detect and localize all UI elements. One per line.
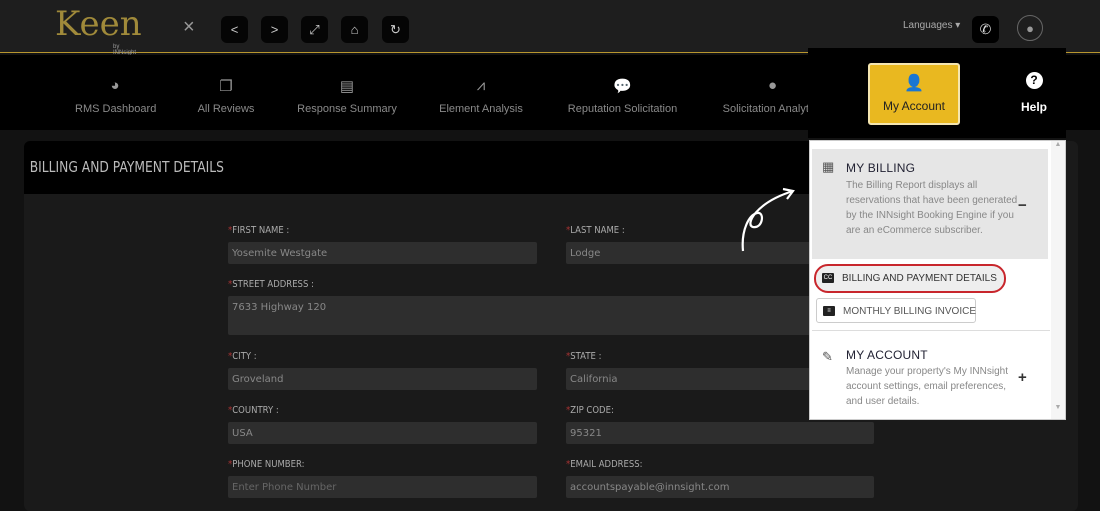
my-account-title: MY ACCOUNT [846, 348, 928, 362]
street-label: *STREET ADDRESS : [228, 279, 314, 290]
back-button[interactable]: < [221, 16, 248, 43]
link-label: BILLING AND PAYMENT DETAILS [842, 273, 997, 284]
nav-rms-dashboard[interactable]: ◕ RMS Dashboard [75, 55, 157, 130]
collapse-icon[interactable]: − [1018, 197, 1027, 214]
phone-button[interactable]: ✆ [972, 16, 999, 43]
nav-response-summary[interactable]: ▤ Response Summary [297, 55, 397, 130]
edit-icon: ✎ [822, 349, 833, 364]
help-icon: ? [1025, 72, 1043, 89]
email-input[interactable]: accountspayable@innsight.com [566, 476, 874, 498]
city-input[interactable]: Groveland [228, 368, 537, 390]
billing-payment-details-link[interactable]: CC BILLING AND PAYMENT DETAILS [814, 264, 1006, 293]
my-billing-description: The Billing Report displays all reservat… [846, 180, 1018, 236]
my-account-button[interactable]: 👤 My Account [868, 63, 960, 125]
divider [812, 330, 1050, 331]
country-input[interactable]: USA [228, 422, 537, 444]
invoice-icon: ≡ [823, 306, 835, 316]
account-dropdown: ▦ MY BILLING The Billing Report displays… [809, 140, 1066, 420]
forward-button[interactable]: > [261, 16, 288, 43]
credit-card-icon: CC [822, 273, 834, 283]
reviews-icon: ❐ [219, 78, 233, 95]
document-icon: ▤ [339, 78, 355, 95]
nav-label: Element Analysis [439, 103, 523, 115]
country-label: *COUNTRY : [228, 405, 279, 416]
first-name-label: *FIRST NAME : [228, 225, 290, 236]
languages-dropdown[interactable]: Languages ▾ [903, 20, 960, 31]
my-billing-title: MY BILLING [846, 161, 916, 175]
user-profile-icon[interactable]: ● [1017, 15, 1043, 41]
scrollbar[interactable]: ▲ ▼ [1051, 141, 1065, 419]
phone-label: *PHONE NUMBER: [228, 459, 305, 470]
user-icon: 👤 [904, 75, 924, 92]
logo-text: Keen [55, 4, 142, 44]
refresh-button[interactable]: ↻ [382, 16, 409, 43]
last-name-label: *LAST NAME : [566, 225, 625, 236]
nav-all-reviews[interactable]: ❐ All Reviews [190, 55, 262, 130]
calculator-icon: ▦ [822, 159, 835, 174]
zip-label: *ZIP CODE: [566, 405, 614, 416]
nav-label: All Reviews [197, 103, 255, 115]
annotation-arrow-icon [741, 187, 795, 252]
nav-reputation-solicitation[interactable]: 💬 Reputation Solicitation [565, 55, 680, 130]
my-billing-section[interactable]: ▦ MY BILLING The Billing Report displays… [812, 149, 1048, 259]
street-input[interactable]: 7633 Highway 120 [228, 296, 874, 335]
city-label: *CITY : [228, 351, 257, 362]
monthly-billing-invoice-link[interactable]: ≡ MONTHLY BILLING INVOICE [816, 298, 976, 323]
zip-input[interactable]: 95321 [566, 422, 874, 444]
home-button[interactable]: ⌂ [341, 16, 368, 43]
nav-element-analysis[interactable]: ⩘ Element Analysis [436, 55, 526, 130]
email-label: *EMAIL ADDRESS: [566, 459, 643, 470]
chart-icon: ⩘ [476, 77, 486, 94]
state-label: *STATE : [566, 351, 602, 362]
expand-icon[interactable]: + [1018, 369, 1027, 386]
nav-label: Response Summary [297, 103, 397, 115]
my-account-description: Manage your property's My INNsight accou… [846, 366, 1008, 407]
dashboard-icon: ◕ [110, 77, 120, 94]
link-label: MONTHLY BILLING INVOICE [843, 306, 976, 317]
fullscreen-button[interactable]: ⤢ [301, 16, 328, 43]
help-label: Help [1020, 100, 1047, 114]
phone-input[interactable]: Enter Phone Number [228, 476, 537, 498]
help-button[interactable]: ? Help [1010, 72, 1058, 114]
nav-label: Reputation Solicitation [567, 103, 678, 115]
top-bar: Keen by INNsight × < > ⤢ ⌂ ↻ Languages ▾ … [0, 0, 1100, 56]
nav-label: RMS Dashboard [75, 103, 157, 115]
keen-logo[interactable]: Keen by INNsight [55, 4, 142, 56]
first-name-input[interactable]: Yosemite Westgate [228, 242, 537, 264]
chat-icon: 💬 [613, 78, 632, 95]
my-account-section[interactable]: ✎ MY ACCOUNT Manage your property's My I… [812, 339, 1048, 419]
my-account-label: My Account [882, 99, 946, 113]
close-icon[interactable]: × [183, 16, 195, 39]
